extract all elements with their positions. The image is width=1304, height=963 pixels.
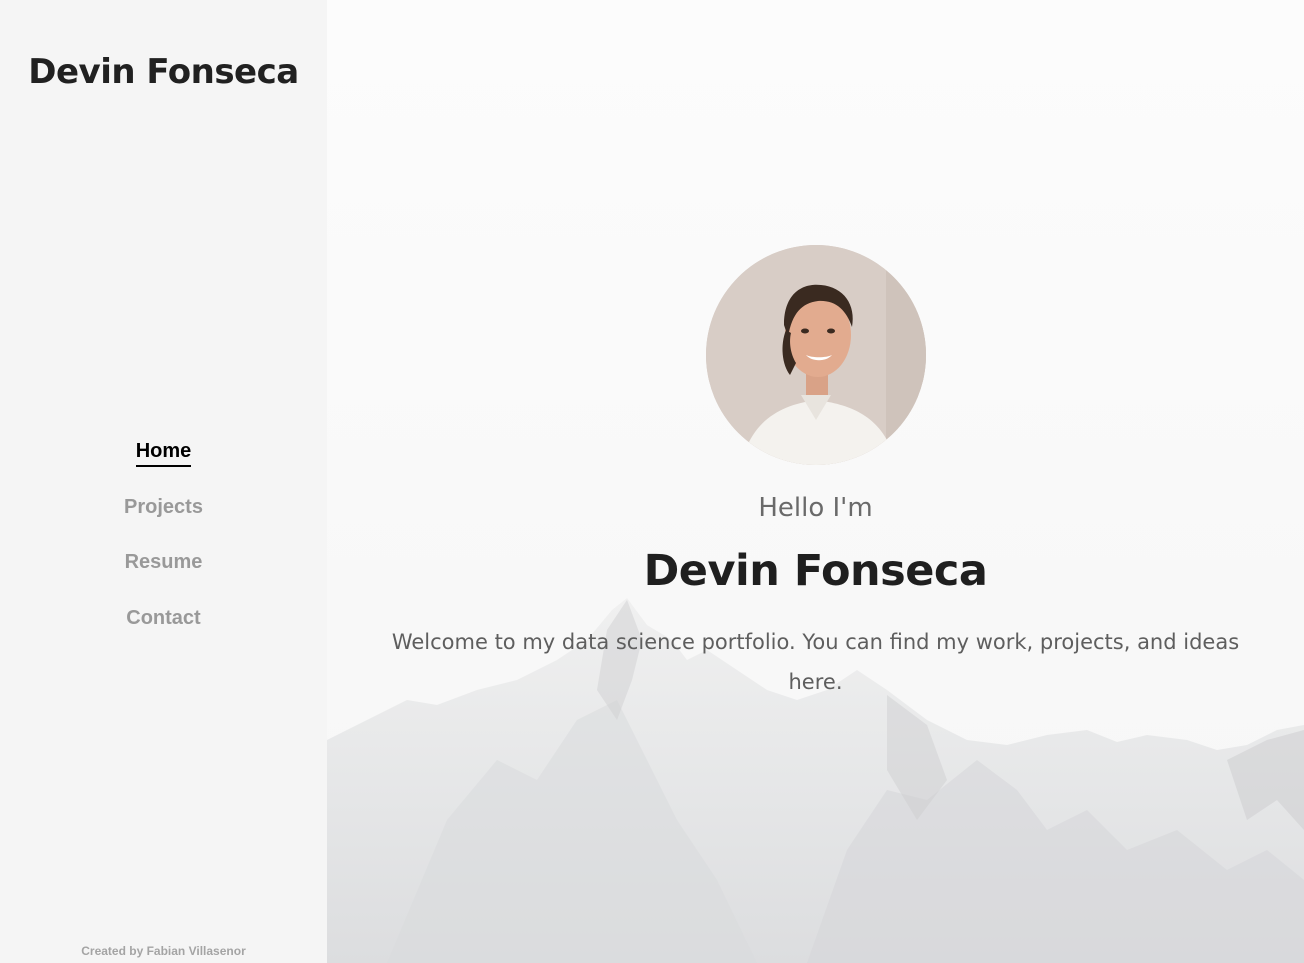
nav-link-resume[interactable]: Resume xyxy=(125,551,203,576)
hero-name: Devin Fonseca xyxy=(643,546,988,596)
site-title[interactable]: Devin Fonseca xyxy=(0,52,327,92)
nav-item-resume: Resume xyxy=(0,551,327,607)
hero-welcome-text: Welcome to my data science portfolio. Yo… xyxy=(391,630,1240,694)
nav-link-contact[interactable]: Contact xyxy=(126,607,200,632)
footer-credit: Created by Fabian Villasenor xyxy=(81,944,246,958)
nav-link-home[interactable]: Home xyxy=(135,440,192,467)
nav-item-home: Home xyxy=(0,440,327,496)
main-nav: Home Projects Resume Contact xyxy=(0,440,327,662)
nav-item-contact: Contact xyxy=(0,607,327,663)
mountain-background-image xyxy=(327,0,1304,963)
nav-item-projects: Projects xyxy=(0,496,327,552)
sidebar: Devin Fonseca Home Projects Resume Conta… xyxy=(0,0,327,963)
hero-greeting: Hello I'm xyxy=(758,493,873,523)
profile-photo xyxy=(706,245,926,465)
nav-link-projects[interactable]: Projects xyxy=(124,496,203,521)
hero-section: Hello I'm Devin Fonseca Welcome to my da… xyxy=(327,0,1304,963)
